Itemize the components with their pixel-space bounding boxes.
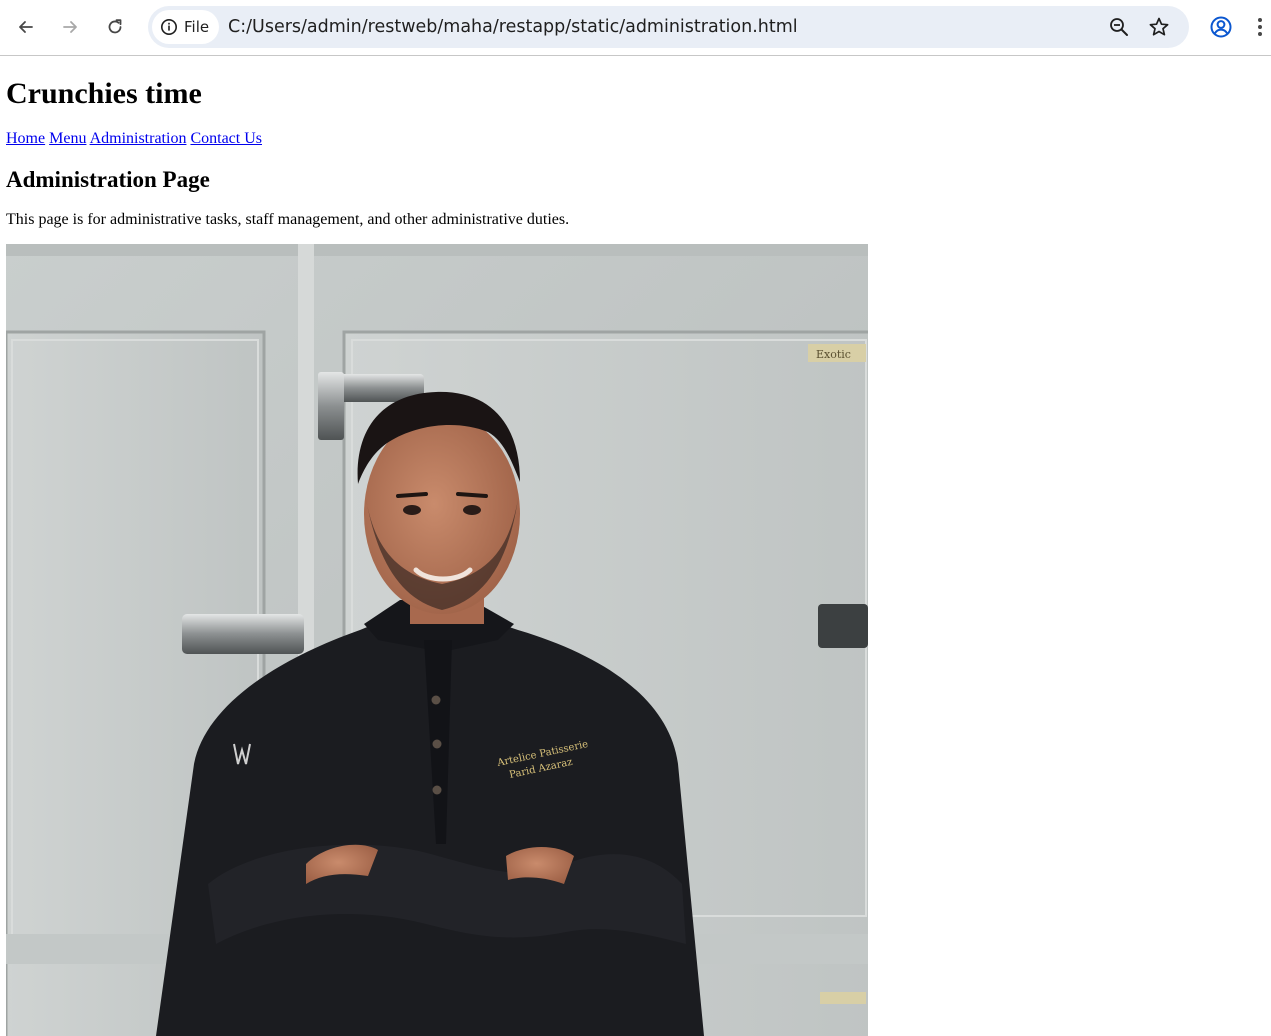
- zoom-button[interactable]: [1107, 15, 1131, 39]
- browser-menu-button[interactable]: [1250, 12, 1270, 42]
- profile-icon: [1210, 16, 1232, 38]
- site-title: Crunchies time: [6, 77, 202, 110]
- staff-photo: Exotic Artelice Patisserie Parid Azaraz: [6, 244, 868, 1036]
- back-button[interactable]: [11, 12, 41, 42]
- nav-link-contact-us[interactable]: Contact Us: [190, 130, 262, 147]
- bookmark-button[interactable]: [1147, 15, 1171, 39]
- main-nav: Home Menu Administration Contact Us: [6, 130, 262, 148]
- menu-dots-icon: [1258, 18, 1262, 36]
- door-label-text: Exotic: [816, 348, 851, 361]
- star-icon: [1149, 17, 1169, 36]
- page-description: This page is for administrative tasks, s…: [6, 211, 570, 228]
- reload-icon: [108, 19, 122, 34]
- nav-link-home[interactable]: Home: [6, 130, 45, 147]
- address-bar[interactable]: File C:/Users/admin/restweb/maha/restapp…: [148, 6, 1189, 48]
- info-icon: [161, 19, 177, 35]
- zoom-out-icon: [1110, 18, 1128, 36]
- forward-arrow-icon: [63, 21, 77, 33]
- site-info-chip[interactable]: File: [152, 10, 220, 44]
- page-heading: Administration Page: [6, 167, 210, 192]
- reload-button[interactable]: [100, 12, 130, 42]
- browser-toolbar: File C:/Users/admin/restweb/maha/restapp…: [0, 0, 1271, 56]
- nav-link-administration[interactable]: Administration: [90, 130, 187, 147]
- profile-button[interactable]: [1206, 12, 1236, 42]
- nav-link-menu[interactable]: Menu: [49, 130, 86, 147]
- url-text[interactable]: C:/Users/admin/restweb/maha/restapp/stat…: [228, 6, 798, 48]
- back-arrow-icon: [19, 21, 33, 33]
- chef-portrait-image: Exotic Artelice Patisserie Parid Azaraz: [6, 244, 868, 1036]
- site-chip-label: File: [184, 18, 210, 36]
- forward-button[interactable]: [55, 12, 85, 42]
